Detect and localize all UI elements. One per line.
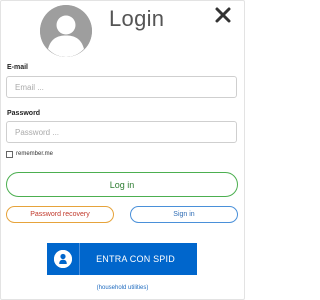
close-icon[interactable] bbox=[212, 4, 234, 26]
remember-me-checkbox[interactable] bbox=[6, 150, 13, 158]
remember-me[interactable]: remember.me bbox=[6, 149, 53, 159]
email-label: E-mail bbox=[7, 64, 29, 71]
household-utilities-link[interactable]: (household utilities) bbox=[1, 285, 244, 291]
spid-login-button[interactable]: ENTRA CON SPID bbox=[47, 243, 197, 275]
remember-me-label: remember.me bbox=[16, 151, 54, 157]
password-field[interactable] bbox=[6, 121, 237, 143]
login-button[interactable]: Log in bbox=[6, 172, 238, 197]
user-avatar-icon bbox=[40, 5, 92, 57]
spid-button-label: ENTRA CON SPID bbox=[96, 254, 175, 264]
spid-user-icon bbox=[54, 250, 72, 268]
password-label: Password bbox=[7, 110, 41, 117]
password-recovery-button[interactable]: Password recovery bbox=[6, 206, 114, 223]
dialog-title: Login bbox=[109, 6, 165, 31]
sign-in-button[interactable]: Sign in bbox=[130, 206, 238, 223]
email-field[interactable] bbox=[6, 76, 237, 98]
login-dialog: Login E-mail Password remember.me Log in… bbox=[0, 0, 245, 300]
